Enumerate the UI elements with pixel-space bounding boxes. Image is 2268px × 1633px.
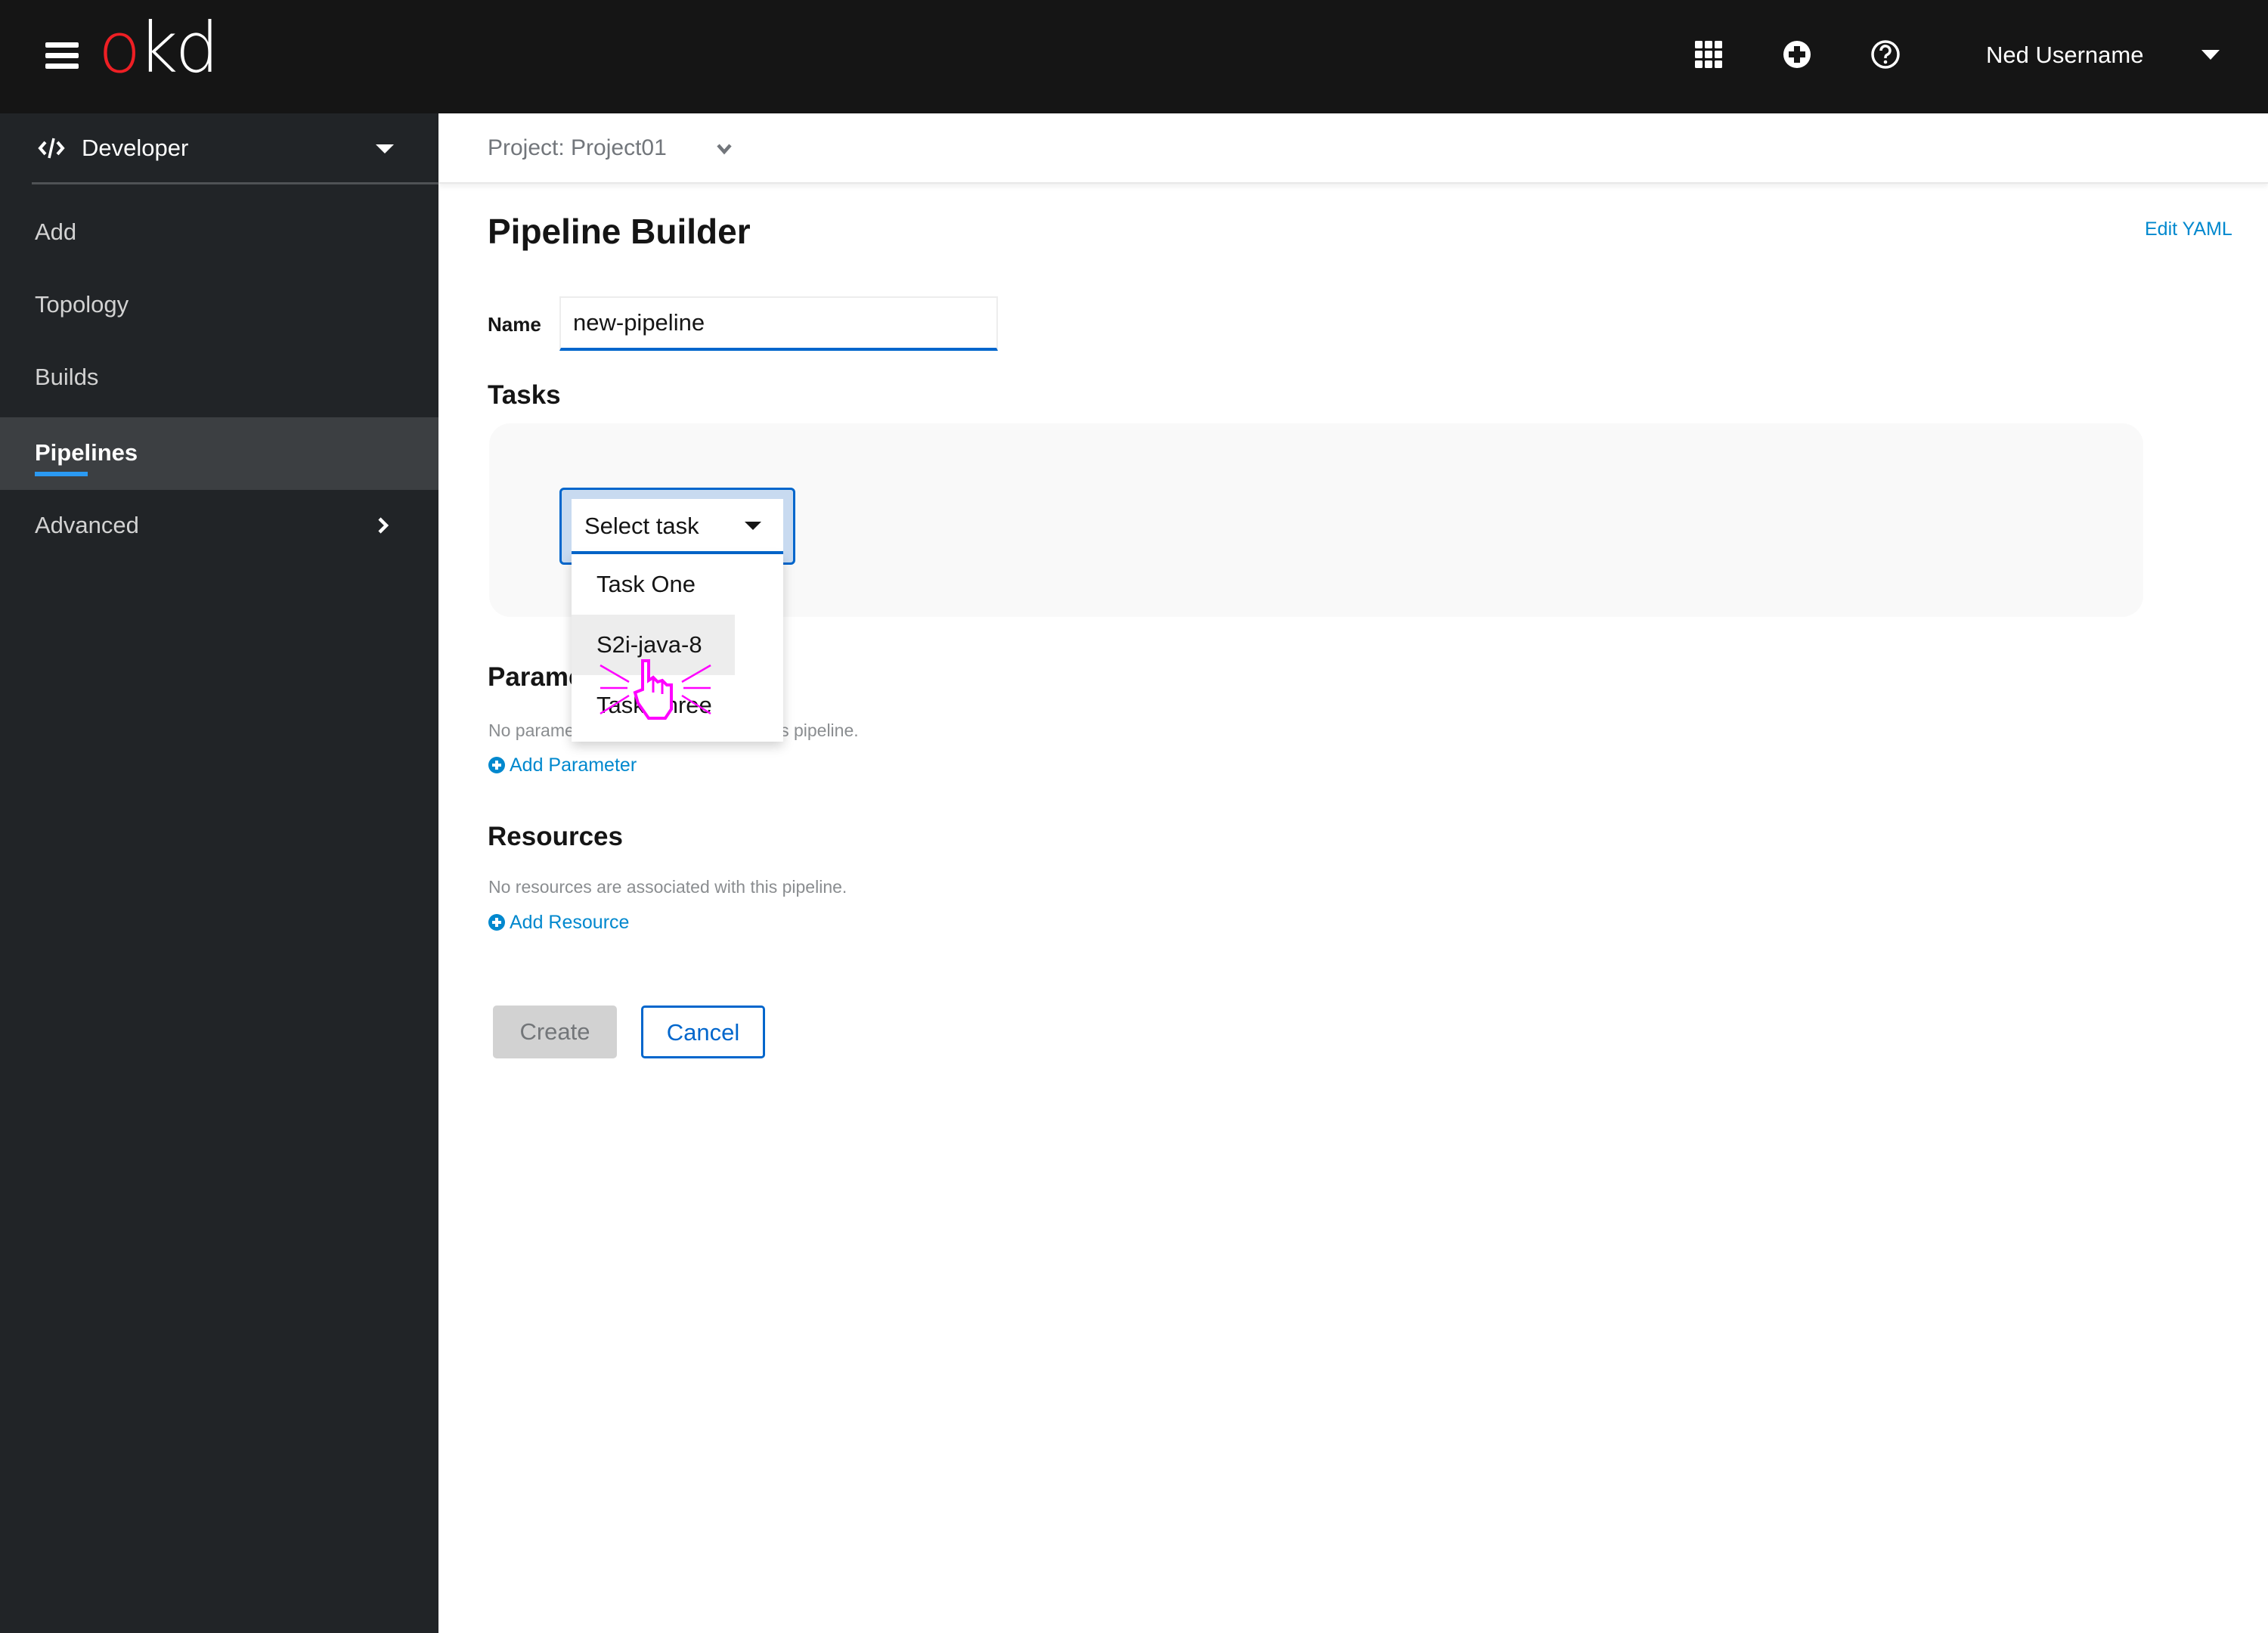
perspective-label: Developer — [82, 135, 189, 161]
name-label: Name — [488, 313, 541, 336]
caret-down-icon — [376, 144, 394, 153]
sidebar: Developer Add Topology Builds Pipelines … — [0, 113, 438, 1633]
cancel-button[interactable]: Cancel — [641, 1006, 765, 1058]
sidebar-item-label: Builds — [35, 364, 99, 390]
divider — [32, 182, 438, 184]
plus-circle-icon[interactable] — [1782, 39, 1815, 73]
user-menu-toggle[interactable]: Ned Username — [1986, 36, 2143, 74]
add-resource-label: Add Resource — [510, 912, 630, 933]
sidebar-item-topology[interactable]: Topology — [0, 269, 438, 342]
sidebar-item-builds[interactable]: Builds — [0, 342, 438, 414]
chevron-down-icon[interactable] — [714, 139, 734, 159]
add-parameter-label: Add Parameter — [510, 755, 637, 776]
resources-empty-text: No resources are associated with this pi… — [488, 877, 847, 897]
okd-logo[interactable]: okd — [98, 11, 219, 86]
project-bar: Project: Project01 — [438, 113, 2268, 184]
pipeline-name-input[interactable] — [559, 296, 998, 351]
select-task-dropdown[interactable]: Select task — [572, 499, 783, 554]
caret-down-icon — [745, 522, 761, 530]
sidebar-item-add[interactable]: Add — [0, 197, 438, 269]
sidebar-item-label: Add — [35, 218, 77, 245]
sidebar-item-pipelines[interactable]: Pipelines — [0, 417, 438, 490]
menu-item-task-one[interactable]: Task One — [572, 554, 735, 615]
caret-down-icon[interactable] — [2201, 50, 2220, 60]
edit-yaml-link[interactable]: Edit YAML — [2145, 216, 2232, 242]
create-button[interactable]: Create — [493, 1006, 617, 1058]
sidebar-item-label: Topology — [35, 291, 129, 318]
tasks-heading: Tasks — [488, 380, 561, 410]
page-title: Pipeline Builder — [488, 212, 751, 251]
active-indicator — [35, 472, 88, 476]
plus-circle-icon — [488, 757, 505, 773]
chevron-right-icon — [373, 514, 393, 537]
sidebar-item-label: Advanced — [35, 512, 139, 538]
menu-item-s2i-java-8[interactable]: S2i-java-8 — [572, 615, 735, 675]
help-icon[interactable] — [1870, 39, 1904, 73]
code-icon — [38, 135, 65, 162]
menu-item-label: Task Three — [596, 692, 712, 718]
menu-item-task-three[interactable]: Task Three — [572, 675, 735, 736]
select-task-menu: Task One S2i-java-8 Task Three — [572, 554, 783, 742]
masthead: okd Ned Username — [0, 0, 2268, 113]
select-task-label: Select task — [584, 513, 699, 539]
app-launcher-icon[interactable] — [1693, 39, 1727, 73]
menu-item-label: Task One — [596, 571, 696, 597]
resources-heading: Resources — [488, 822, 623, 851]
sidebar-item-label: Pipelines — [35, 439, 138, 466]
plus-circle-icon — [488, 914, 505, 931]
hamburger-menu-icon[interactable] — [45, 41, 79, 70]
project-selector[interactable]: Project: Project01 — [488, 132, 667, 165]
perspective-switcher[interactable]: Developer — [0, 113, 438, 183]
menu-item-label: S2i-java-8 — [596, 631, 702, 658]
sidebar-item-advanced[interactable]: Advanced — [0, 490, 438, 562]
